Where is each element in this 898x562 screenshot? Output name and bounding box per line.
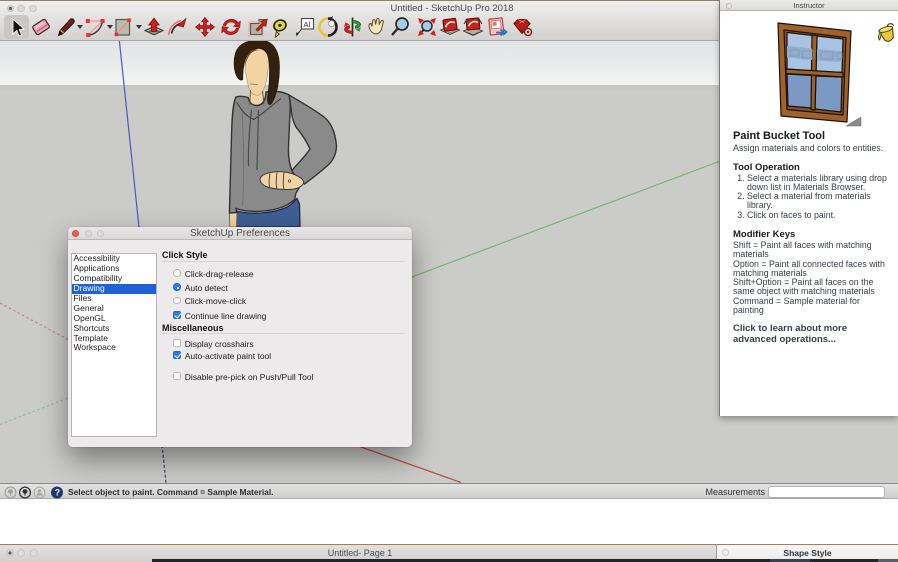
svg-text:?: ? — [55, 487, 61, 497]
svg-text:Al: Al — [304, 19, 311, 28]
